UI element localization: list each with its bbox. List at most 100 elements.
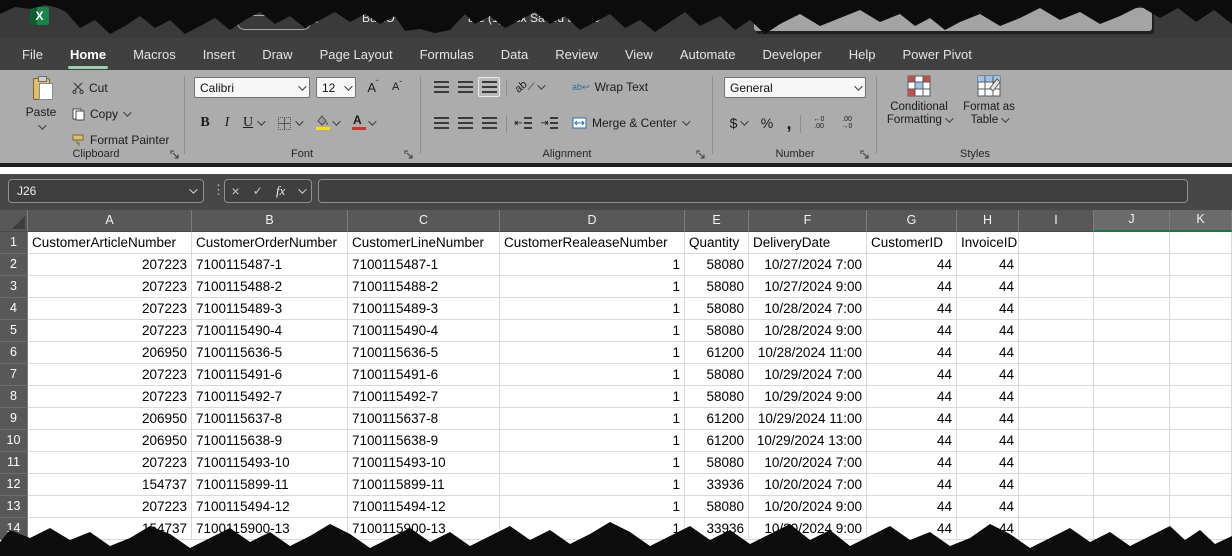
cell-B6[interactable]: 7100115636-5	[192, 342, 348, 364]
cell-G3[interactable]: 44	[867, 276, 957, 298]
cell-A1[interactable]: CustomerArticleNumber	[28, 232, 192, 254]
increase-font-size-button[interactable]: Aˆ	[362, 77, 384, 97]
cell-J11[interactable]	[1094, 452, 1170, 474]
cell-F4[interactable]: 10/28/2024 7:00	[749, 298, 867, 320]
tab-power-pivot[interactable]: Power Pivot	[902, 47, 971, 62]
cell-D7[interactable]: 1	[500, 364, 685, 386]
decrease-indent-button[interactable]: ⇤	[512, 113, 534, 133]
cell-F8[interactable]: 10/29/2024 9:00	[749, 386, 867, 408]
conditional-formatting-button[interactable]: Conditional Formatting	[886, 75, 952, 127]
column-header-a[interactable]: A	[28, 210, 192, 232]
tab-file[interactable]: File	[22, 47, 43, 62]
column-header-k[interactable]: K	[1170, 210, 1232, 232]
cell-H11[interactable]: 44	[957, 452, 1019, 474]
cell-B1[interactable]: CustomerOrderNumber	[192, 232, 348, 254]
row-header-9[interactable]: 9	[0, 408, 28, 430]
autosave-toggle[interactable]	[237, 15, 311, 30]
bold-button[interactable]: B	[194, 113, 216, 133]
excel-logo-icon[interactable]: X	[30, 7, 49, 25]
cell-H5[interactable]: 44	[957, 320, 1019, 342]
cell-D6[interactable]: 1	[500, 342, 685, 364]
font-color-button[interactable]: A	[346, 113, 378, 133]
tab-macros[interactable]: Macros	[133, 47, 176, 62]
cell-F9[interactable]: 10/29/2024 11:00	[749, 408, 867, 430]
cell-D8[interactable]: 1	[500, 386, 685, 408]
wrap-text-button[interactable]: ab↩ Wrap Text	[572, 77, 648, 97]
cell-E3[interactable]: 58080	[685, 276, 749, 298]
row-header-8[interactable]: 8	[0, 386, 28, 408]
cell-E9[interactable]: 61200	[685, 408, 749, 430]
cell-E13[interactable]: 58080	[685, 496, 749, 518]
formula-chevron-down-icon[interactable]	[299, 185, 307, 193]
insert-function-button[interactable]: fx	[276, 183, 285, 199]
cell-D14[interactable]: 1	[500, 518, 685, 540]
column-header-j[interactable]: J	[1094, 210, 1170, 232]
cell-I3[interactable]	[1019, 276, 1094, 298]
row-header-6[interactable]: 6	[0, 342, 28, 364]
cell-G10[interactable]: 44	[867, 430, 957, 452]
cell-F12[interactable]: 10/20/2024 7:00	[749, 474, 867, 496]
cell-G2[interactable]: 44	[867, 254, 957, 276]
format-painter-button[interactable]: Format Painter	[72, 130, 169, 150]
cell-F14[interactable]: 10/20/2024 9:00	[749, 518, 867, 540]
cell-E12[interactable]: 33936	[685, 474, 749, 496]
cell-F3[interactable]: 10/27/2024 9:00	[749, 276, 867, 298]
column-header-b[interactable]: B	[192, 210, 348, 232]
cell-D2[interactable]: 1	[500, 254, 685, 276]
cell-F2[interactable]: 10/27/2024 7:00	[749, 254, 867, 276]
column-header-e[interactable]: E	[685, 210, 749, 232]
cell-B2[interactable]: 7100115487-1	[192, 254, 348, 276]
cell-A13[interactable]: 207223	[28, 496, 192, 518]
enter-check-icon[interactable]: ✓	[253, 184, 263, 198]
font-dialog-launcher[interactable]	[404, 150, 413, 159]
cell-C10[interactable]: 7100115638-9	[348, 430, 500, 452]
cell-D4[interactable]: 1	[500, 298, 685, 320]
cell-G14[interactable]: 44	[867, 518, 957, 540]
cell-C5[interactable]: 7100115490-4	[348, 320, 500, 342]
cell-C14[interactable]: 7100115900-13	[348, 518, 500, 540]
cell-D12[interactable]: 1	[500, 474, 685, 496]
cell-J13[interactable]	[1094, 496, 1170, 518]
row-header-1[interactable]: 1	[0, 232, 28, 254]
tab-insert[interactable]: Insert	[203, 47, 236, 62]
cell-C7[interactable]: 7100115491-6	[348, 364, 500, 386]
cell-E10[interactable]: 61200	[685, 430, 749, 452]
cell-B14[interactable]: 7100115900-13	[192, 518, 348, 540]
cell-A6[interactable]: 206950	[28, 342, 192, 364]
column-header-d[interactable]: D	[500, 210, 685, 232]
row-header-2[interactable]: 2	[0, 254, 28, 276]
cell-F6[interactable]: 10/28/2024 11:00	[749, 342, 867, 364]
cell-K7[interactable]	[1170, 364, 1232, 386]
cell-J12[interactable]	[1094, 474, 1170, 496]
format-as-table-button[interactable]: Format as Table	[956, 75, 1022, 127]
cell-B9[interactable]: 7100115637-8	[192, 408, 348, 430]
cell-B4[interactable]: 7100115489-3	[192, 298, 348, 320]
cell-A5[interactable]: 207223	[28, 320, 192, 342]
cell-K12[interactable]	[1170, 474, 1232, 496]
cell-I6[interactable]	[1019, 342, 1094, 364]
cell-J6[interactable]	[1094, 342, 1170, 364]
decrease-font-size-button[interactable]: Aˇ	[386, 77, 408, 97]
tab-page-layout[interactable]: Page Layout	[320, 47, 393, 62]
align-center-button[interactable]	[454, 113, 476, 133]
font-name-combobox[interactable]: Calibri	[194, 77, 310, 98]
column-header-h[interactable]: H	[957, 210, 1019, 232]
cell-F1[interactable]: DeliveryDate	[749, 232, 867, 254]
increase-decimal-button[interactable]: ←0.00	[806, 113, 832, 133]
cell-A3[interactable]: 207223	[28, 276, 192, 298]
cell-D3[interactable]: 1	[500, 276, 685, 298]
cell-G13[interactable]: 44	[867, 496, 957, 518]
cell-H13[interactable]: 44	[957, 496, 1019, 518]
column-header-f[interactable]: F	[749, 210, 867, 232]
tab-draw[interactable]: Draw	[262, 47, 292, 62]
cell-G9[interactable]: 44	[867, 408, 957, 430]
cell-C4[interactable]: 7100115489-3	[348, 298, 500, 320]
tab-formulas[interactable]: Formulas	[420, 47, 474, 62]
row-header-3[interactable]: 3	[0, 276, 28, 298]
cell-J8[interactable]	[1094, 386, 1170, 408]
cell-A7[interactable]: 207223	[28, 364, 192, 386]
cell-J1[interactable]	[1094, 232, 1170, 254]
cell-I11[interactable]	[1019, 452, 1094, 474]
increase-indent-button[interactable]: ⇥	[538, 113, 560, 133]
cell-G6[interactable]: 44	[867, 342, 957, 364]
